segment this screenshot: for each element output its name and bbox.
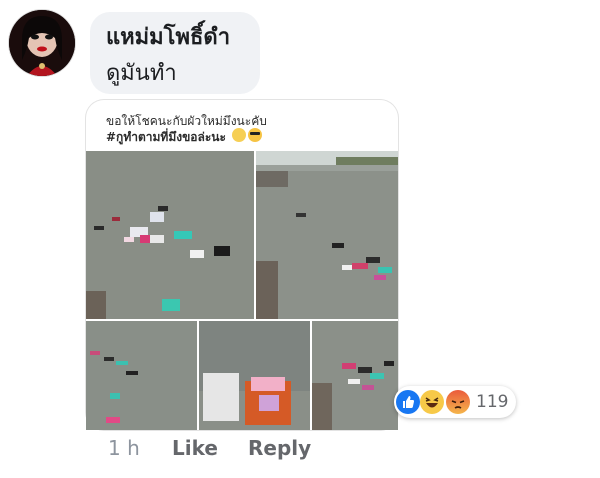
praying-hands-icon [232, 128, 246, 142]
photo-laundry-basket[interactable] [199, 321, 310, 430]
reply-button[interactable]: Reply [248, 436, 311, 460]
commenter-avatar[interactable] [9, 10, 75, 76]
photo-clothes-in-water-2[interactable] [256, 151, 398, 319]
like-button[interactable]: Like [172, 436, 218, 460]
haha-reaction-icon [420, 390, 444, 414]
comment-timestamp[interactable]: 1 h [108, 436, 140, 460]
shared-post-hashtag: #กูทำตามที่มึงขอล่ะนะ [106, 130, 226, 144]
like-reaction-icon [396, 390, 420, 414]
comment-author-name[interactable]: แหม่มโพธิ์ดำ [106, 24, 230, 52]
sunglasses-face-icon [248, 128, 262, 142]
reaction-count[interactable]: 119 [476, 392, 508, 412]
angry-reaction-icon [446, 390, 470, 414]
comment-text: ดูมันทำ [106, 61, 177, 86]
photo-clothes-in-water-1[interactable] [86, 151, 254, 319]
photo-clothes-in-water-4[interactable] [312, 321, 398, 430]
photo-clothes-in-water-3[interactable] [86, 321, 197, 430]
